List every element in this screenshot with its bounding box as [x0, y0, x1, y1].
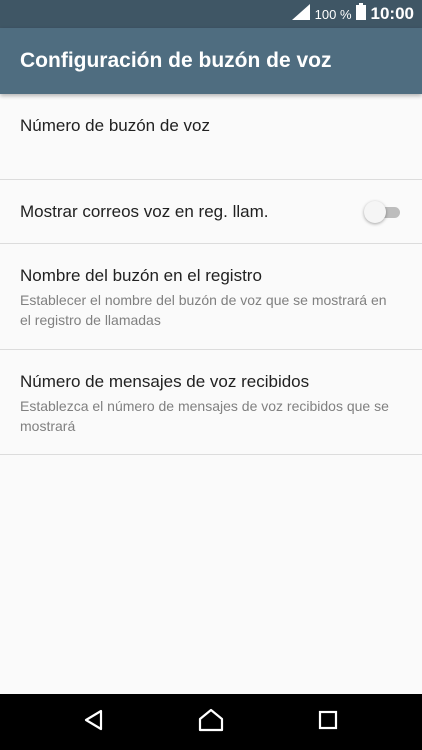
status-bar: 100 % 10:00	[0, 0, 422, 28]
setting-label: Número de mensajes de voz recibidos	[20, 372, 310, 391]
show-voicemail-toggle[interactable]	[364, 200, 402, 223]
setting-mailbox-name-in-log[interactable]: Nombre del buzón en el registro Establec…	[0, 244, 422, 350]
back-icon	[83, 709, 105, 736]
setting-label: Mostrar correos voz en reg. llam.	[20, 201, 269, 221]
setting-summary: Establecer el nombre del buzón de voz qu…	[20, 292, 387, 328]
setting-summary: Establezca el número de mensajes de voz …	[20, 398, 389, 434]
navigation-bar	[0, 694, 422, 750]
back-button[interactable]	[59, 694, 129, 750]
settings-list: Número de buzón de voz Mostrar correos v…	[0, 94, 422, 455]
setting-show-voicemail-in-call-log[interactable]: Mostrar correos voz en reg. llam.	[0, 180, 422, 244]
page-title: Configuración de buzón de voz	[20, 49, 332, 72]
setting-voicemail-number[interactable]: Número de buzón de voz	[0, 94, 422, 180]
signal-icon	[291, 3, 310, 25]
screen: 100 % 10:00 Configuración de buzón de vo…	[0, 0, 422, 750]
recents-icon	[318, 710, 338, 735]
setting-received-message-count[interactable]: Número de mensajes de voz recibidos Esta…	[0, 350, 422, 455]
home-icon	[198, 708, 224, 737]
battery-icon	[355, 3, 366, 25]
home-button[interactable]	[176, 694, 246, 750]
recents-button[interactable]	[293, 694, 363, 750]
clock: 10:00	[370, 4, 414, 23]
battery-percent: 100 %	[314, 6, 352, 22]
app-bar: Configuración de buzón de voz	[0, 28, 422, 94]
setting-label: Nombre del buzón en el registro	[20, 266, 262, 285]
toggle-thumb	[364, 200, 386, 223]
setting-label: Número de buzón de voz	[20, 116, 210, 135]
